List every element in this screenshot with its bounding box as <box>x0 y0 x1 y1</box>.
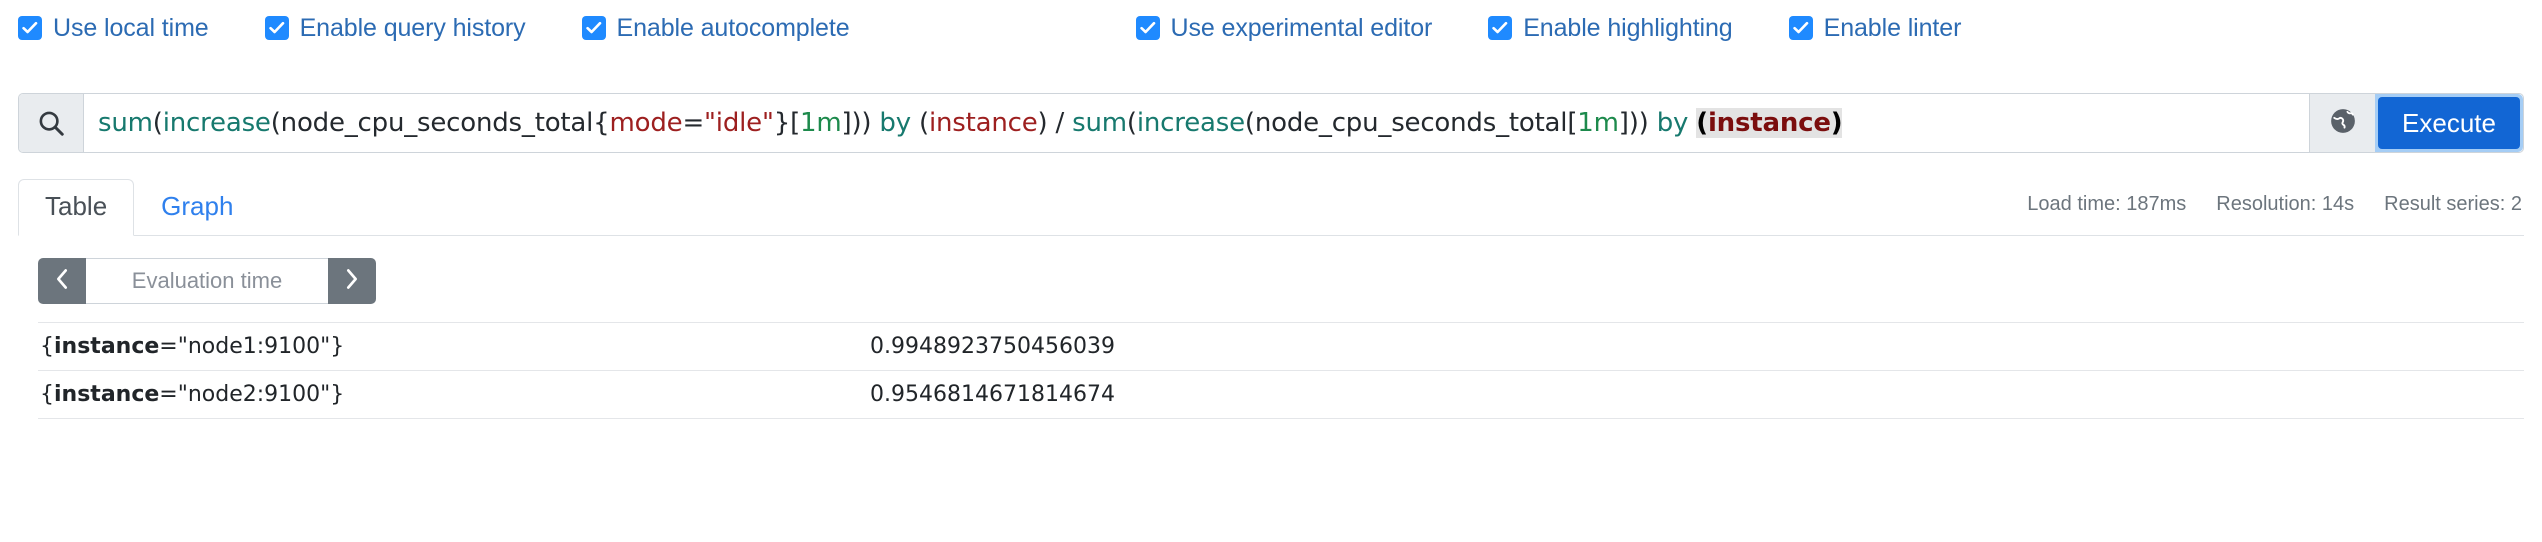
options-group-left: Use local time Enable query history Enab… <box>18 16 850 41</box>
query-result-table: {instance="node1:9100"} 0.99489237504560… <box>38 322 2524 419</box>
query-options-bar: Use local time Enable query history Enab… <box>0 0 2542 56</box>
evaluation-time-input[interactable]: Evaluation time <box>86 258 328 304</box>
label-value: "node2:9100" <box>178 382 331 407</box>
label-name: instance <box>54 334 159 359</box>
query-expression-text: sum(increase(node_cpu_seconds_total{mode… <box>98 109 1842 138</box>
label-name: instance <box>54 382 159 407</box>
option-label: Enable query history <box>300 16 526 41</box>
query-stats: Load time: 187ms Resolution: 14s Result … <box>2027 193 2522 216</box>
table-row[interactable]: {instance="node1:9100"} 0.99489237504560… <box>38 323 2524 371</box>
option-label: Use experimental editor <box>1171 16 1433 41</box>
option-enable-linter[interactable]: Enable linter <box>1789 16 1962 41</box>
tab-table[interactable]: Table <box>18 179 134 236</box>
tab-graph[interactable]: Graph <box>134 179 260 236</box>
label-value: "node1:9100" <box>178 334 331 359</box>
resolution-stat: Resolution: 14s <box>2216 193 2354 216</box>
chevron-left-icon <box>53 268 71 295</box>
execute-button[interactable]: Execute <box>2378 97 2520 149</box>
checkbox-checked-icon[interactable] <box>18 16 42 40</box>
evaluation-time-prev-button[interactable] <box>38 258 86 304</box>
series-labels-cell: {instance="node2:9100"} <box>38 371 868 419</box>
checkbox-checked-icon[interactable] <box>1488 16 1512 40</box>
load-time-stat: Load time: 187ms <box>2027 193 2186 216</box>
option-label: Enable autocomplete <box>617 16 850 41</box>
series-value-cell: 0.9546814671814674 <box>868 371 2524 419</box>
option-enable-query-history[interactable]: Enable query history <box>265 16 526 41</box>
checkbox-checked-icon[interactable] <box>582 16 606 40</box>
evaluation-time-placeholder: Evaluation time <box>132 268 282 294</box>
query-input-group: sum(increase(node_cpu_seconds_total{mode… <box>18 93 2524 153</box>
search-icon <box>19 94 84 152</box>
series-value-cell: 0.9948923750456039 <box>868 323 2524 371</box>
option-enable-highlighting[interactable]: Enable highlighting <box>1488 16 1732 41</box>
option-use-experimental-editor[interactable]: Use experimental editor <box>1136 16 1433 41</box>
options-group-right: Use experimental editor Enable highlight… <box>1136 16 1962 41</box>
option-label: Enable highlighting <box>1523 16 1732 41</box>
option-label: Enable linter <box>1824 16 1962 41</box>
checkbox-checked-icon[interactable] <box>1136 16 1160 40</box>
result-series-stat: Result series: 2 <box>2384 193 2522 216</box>
metrics-explorer-button[interactable] <box>2309 94 2375 152</box>
option-label: Use local time <box>53 16 209 41</box>
series-labels-cell: {instance="node1:9100"} <box>38 323 868 371</box>
evaluation-time-next-button[interactable] <box>328 258 376 304</box>
evaluation-time-group: Evaluation time <box>38 258 376 304</box>
table-row[interactable]: {instance="node2:9100"} 0.95468146718146… <box>38 371 2524 419</box>
globe-icon <box>2328 106 2358 141</box>
chevron-right-icon <box>343 268 361 295</box>
query-result-body: {instance="node1:9100"} 0.99489237504560… <box>38 323 2524 419</box>
checkbox-checked-icon[interactable] <box>265 16 289 40</box>
execute-button-focus-ring: Execute <box>2375 94 2523 152</box>
option-enable-autocomplete[interactable]: Enable autocomplete <box>582 16 850 41</box>
option-use-local-time[interactable]: Use local time <box>18 16 209 41</box>
checkbox-checked-icon[interactable] <box>1789 16 1813 40</box>
query-expression-input[interactable]: sum(increase(node_cpu_seconds_total{mode… <box>84 94 2309 152</box>
